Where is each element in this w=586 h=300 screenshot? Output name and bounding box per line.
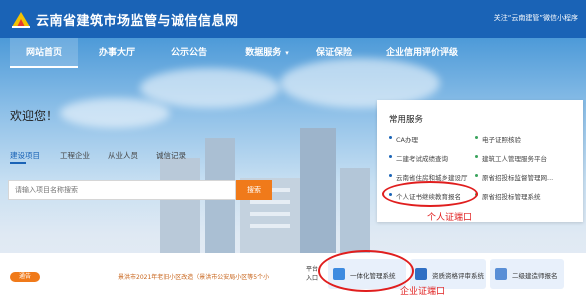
search-input[interactable] — [9, 181, 229, 199]
integrated-management-label: 一体化管理系统 — [350, 272, 396, 280]
platform-entry-label: 平台入口 — [306, 266, 319, 282]
handshake-icon — [415, 268, 427, 280]
service-bidding-system[interactable]: 原省招投标管理系统 — [475, 191, 541, 201]
service-worker-platform[interactable]: 建筑工人管理服务平台 — [475, 153, 547, 163]
panel-title: 常用服务 — [389, 115, 424, 125]
main-nav: 网站首页 办事大厅 公示公告 数据服务 ▾ 保证保险 企业信用评价评级 — [0, 38, 586, 68]
service-continuing-education[interactable]: 个人证书继续教育报名 — [389, 191, 461, 201]
cube-icon — [333, 268, 345, 280]
nav-credit-rating[interactable]: 企业信用评价评级 — [372, 38, 472, 68]
annotation-enterprise-port: 企业证端口 — [400, 287, 446, 297]
qualification-review-label: 资质资格评审系统 — [432, 272, 484, 280]
person-icon — [495, 268, 507, 280]
logo-icon[interactable] — [10, 9, 32, 29]
tab-personnel[interactable]: 从业人员 — [108, 150, 138, 161]
tab-enterprises[interactable]: 工程企业 — [60, 150, 90, 161]
notice-marquee[interactable]: 景洪市2021年老旧小区改造（景洪市公安局小区等5个小 — [118, 272, 269, 281]
second-class-constructor-label: 二级建造师报名 — [512, 272, 558, 280]
tab-active-indicator — [10, 162, 26, 164]
bottom-bar: 通告 景洪市2021年老旧小区改造（景洪市公安局小区等5个小 平台入口 一体化管… — [0, 253, 586, 300]
welcome-text: 欢迎您！ — [10, 109, 59, 123]
search-box — [8, 180, 236, 200]
notice-badge: 通告 — [10, 272, 40, 282]
second-class-constructor-button[interactable]: 二级建造师报名 — [490, 259, 564, 289]
service-e-license-verify[interactable]: 电子证照核验 — [475, 134, 521, 144]
common-services-panel: 常用服务 CA办理 电子证照核验 二建考试成绩查询 建筑工人管理服务平台 云南省… — [377, 100, 583, 222]
service-housing-dept[interactable]: 云南省住房和城乡建设厅 — [389, 172, 468, 182]
integrated-management-button[interactable]: 一体化管理系统 — [328, 259, 406, 289]
annotation-personal-port: 个人证端口 — [427, 213, 473, 223]
service-bidding-supervision[interactable]: 原省招投标监督管理网... — [475, 172, 553, 182]
service-ca[interactable]: CA办理 — [389, 134, 418, 144]
search-button[interactable]: 搜索 — [236, 180, 272, 200]
chevron-down-icon: ▾ — [285, 49, 289, 57]
nav-service-hall[interactable]: 办事大厅 — [86, 38, 148, 68]
service-exam-score[interactable]: 二建考试成绩查询 — [389, 153, 448, 163]
site-title[interactable]: 云南省建筑市场监管与诚信信息网 — [36, 10, 239, 29]
tab-projects[interactable]: 建设项目 — [10, 150, 40, 161]
nav-announcements[interactable]: 公示公告 — [158, 38, 220, 68]
wechat-follow-link[interactable]: 关注“云南建管”微信小程序 — [494, 13, 578, 23]
tab-credit-records[interactable]: 诚信记录 — [156, 150, 186, 161]
nav-home[interactable]: 网站首页 — [10, 38, 78, 68]
nav-guarantee-insurance[interactable]: 保证保险 — [304, 38, 364, 68]
nav-data-services[interactable]: 数据服务 ▾ — [232, 38, 302, 68]
nav-data-services-label: 数据服务 — [245, 48, 282, 58]
top-bar: 云南省建筑市场监管与诚信信息网 关注“云南建管”微信小程序 — [0, 0, 586, 38]
